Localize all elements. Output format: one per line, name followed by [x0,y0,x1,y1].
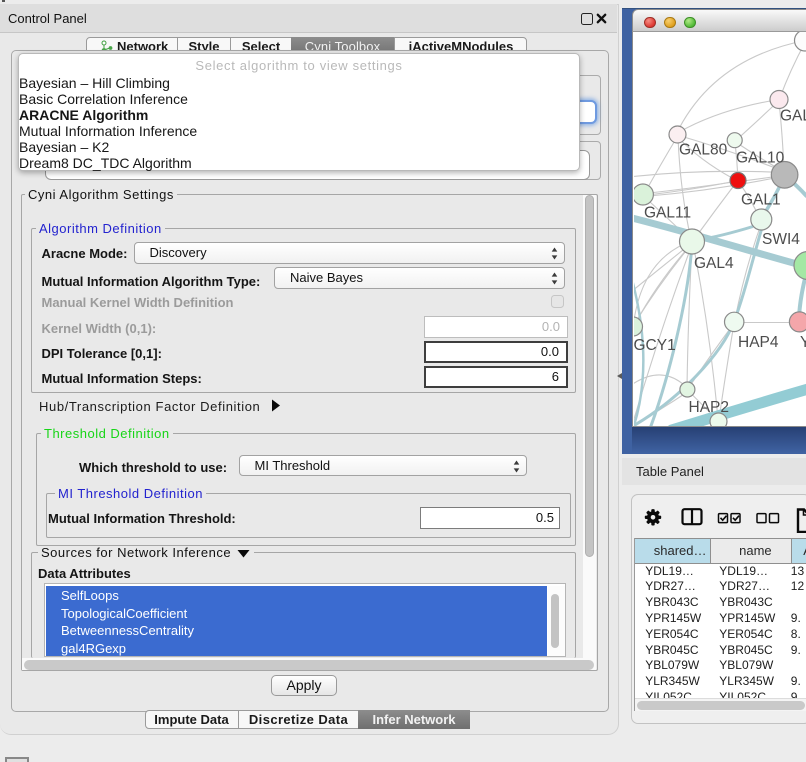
svg-text:Y: Y [800,334,806,351]
svg-text:GAL1: GAL1 [741,192,781,209]
svg-text:GAL80: GAL80 [679,142,728,159]
svg-text:GCY1: GCY1 [634,337,676,354]
svg-text:GAL11: GAL11 [644,205,691,222]
svg-text:GAL10: GAL10 [736,150,785,167]
svg-text:HAP2: HAP2 [689,399,730,416]
svg-text:GAL4: GAL4 [694,255,734,272]
svg-text:GAL7: GAL7 [780,108,806,125]
svg-text:SWI4: SWI4 [762,231,800,248]
svg-text:HAP4: HAP4 [738,334,779,351]
